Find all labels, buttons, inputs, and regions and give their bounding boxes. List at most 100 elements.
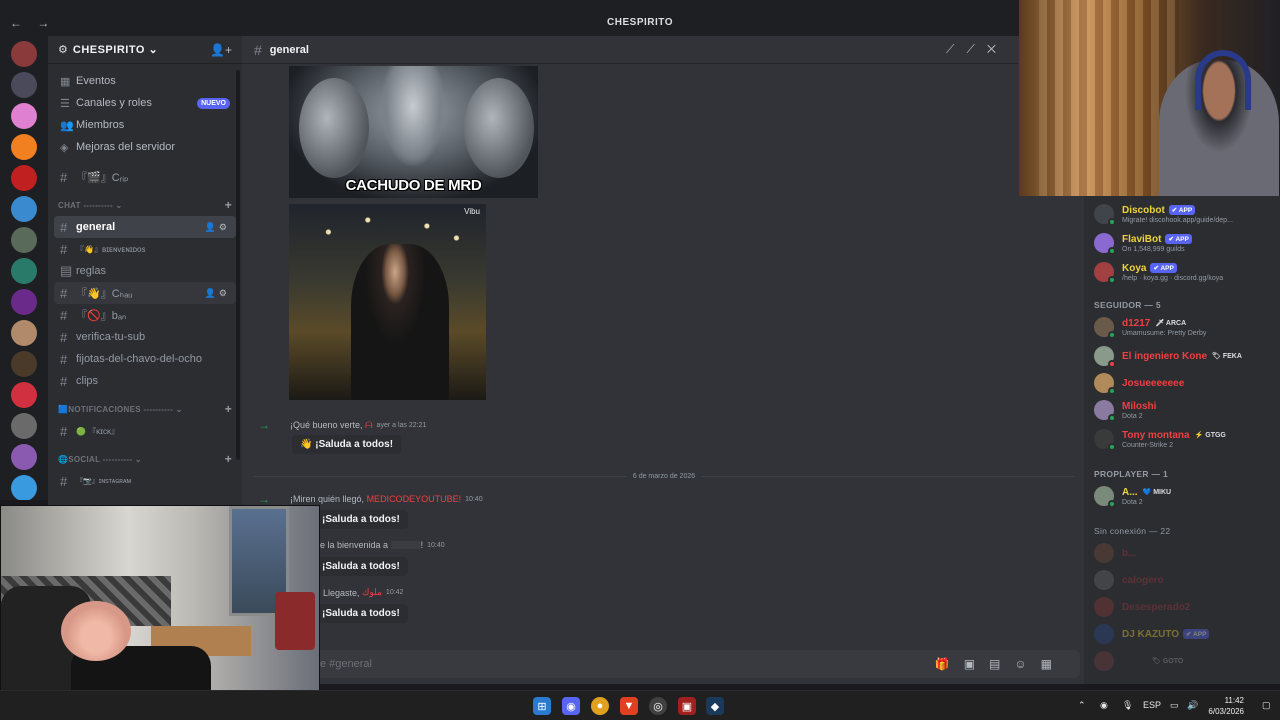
discord-icon[interactable]: ◉ [562,697,580,715]
language-indicator[interactable]: ESP [1143,700,1161,710]
server-icon[interactable] [11,165,37,191]
member-status: Counter-Strike 2 [1122,441,1173,449]
server-icon[interactable] [11,227,37,253]
server-icon[interactable] [11,444,37,470]
message-user[interactable]: ᗩ [365,420,372,431]
add-channel-icon[interactable]: + [225,198,232,212]
channel-settings-icon[interactable]: 👤⚙ [205,222,230,233]
member-item[interactable]: Discobot ✔ APP Migrate! discohook.app/gui… [1094,204,1233,226]
server-icon[interactable] [11,413,37,439]
member-name: calogero [1122,574,1164,586]
add-channel-icon[interactable]: + [225,452,232,466]
chrome-icon[interactable]: ● [591,697,609,715]
tray-mic-icon[interactable]: 🎙 [1122,700,1133,711]
composer-tools-icon[interactable]: 🎁▣▤☺▦ [935,657,1066,671]
category-chat[interactable]: CHAT ---------- ⌄ + [54,196,236,214]
message-user[interactable]: ! [421,540,424,550]
member-item[interactable]: A... 💙 MIKU Dota 2 [1094,486,1171,508]
member-item[interactable]: Koya ✔ APP /help · koya.gg · discord.gg/k… [1094,262,1223,284]
member-item[interactable]: calogero [1094,570,1164,590]
avatar [1094,429,1116,451]
server-icon[interactable] [11,475,37,500]
channel-reglas[interactable]: ▤ reglas [54,260,236,282]
category-label: 🌐SOCIAL ---------- ⌄ [58,454,142,464]
channel-clips[interactable]: # clips [54,370,236,392]
clock[interactable]: 11:42 6/03/2026 [1208,695,1244,717]
channel-label: general [76,221,116,233]
server-icon[interactable] [11,289,37,315]
server-icon[interactable] [11,258,37,284]
photo-image[interactable]: Vibu [289,204,486,400]
message-user[interactable]: ملوك [362,587,382,598]
notification-icon[interactable]: ▢ [1262,700,1271,711]
wave-button[interactable]: ¡Saluda a todos! [314,557,408,576]
nav-mejoras[interactable]: ◈ Mejoras del servidor [54,136,236,158]
start-icon[interactable]: ⊞ [533,697,551,715]
server-icon[interactable] [11,72,37,98]
nav-eventos[interactable]: ▦ Eventos [54,70,236,92]
app-tag: ✔ APP [1165,234,1192,244]
add-member-icon[interactable]: 👤+ [210,43,232,57]
message-user[interactable]: MEDICODEYOUTUBE! [367,494,462,504]
member-name: Tony montana [1122,429,1190,441]
member-item[interactable]: Josueeeeeee [1094,373,1184,395]
channel-settings-icon[interactable]: 👤⚙ [205,288,230,299]
webcam-overlay-bottom-left [0,505,320,695]
channel-clips-top[interactable]: # 『🎬』Cᵣᵢₚ [54,166,236,188]
wave-button[interactable]: ¡Saluda a todos! [314,510,408,529]
avatar [1094,486,1116,508]
date-divider-label: 6 de marzo de 2026 [626,473,702,480]
server-icon[interactable] [11,103,37,129]
steam-icon[interactable]: ◆ [706,697,724,715]
red-app-icon[interactable]: ▣ [678,697,696,715]
member-item[interactable]: El ingeniero Kone 🏷 FEKA [1094,346,1242,368]
member-item[interactable]: d1217 🗡 ARCA Umamusume: Pretty Derby [1094,317,1206,339]
category-notificaciones[interactable]: 🟦NOTIFICACIONES ---------- ⌄ + [54,400,236,418]
sidebar-scrollbar[interactable] [236,70,240,460]
tray-chevron-icon[interactable]: ⌃ [1078,700,1086,711]
category-social[interactable]: 🌐SOCIAL ---------- ⌄ + [54,450,236,468]
member-item[interactable]: Desesperado2 [1094,597,1190,617]
member-name: A... [1122,486,1138,498]
channel-fijotas[interactable]: # fijotas-del-chavo-del-ocho [54,348,236,370]
channel-chau[interactable]: # 『👋』Cₕₐᵤ 👤⚙ [54,282,236,304]
server-icon[interactable] [11,351,37,377]
channel-verifica[interactable]: # verifica-tu-sub [54,326,236,348]
nav-canales-roles[interactable]: ☰ Canales y roles NUEVO [54,92,236,114]
brave-icon[interactable]: ▼ [620,697,638,715]
server-icon[interactable] [11,382,37,408]
server-icon[interactable] [11,196,37,222]
volume-icon[interactable]: 🔊 [1187,700,1198,711]
channel-label: 『🚫』bₐₙ [76,310,127,322]
message-input[interactable]: e #general [320,658,935,670]
network-icon[interactable]: ▭ [1170,700,1179,711]
channel-bienvenidos[interactable]: # 『👋』ʙɪᴇɴᴠᴇɴɪᴅᴏs [54,238,236,260]
header-tools-icon[interactable]: ⟋⟋✕ [946,42,1008,57]
member-item[interactable]: Tony montana ⚡ GTGG Counter-Strike 2 [1094,429,1226,451]
tray-discord-icon[interactable]: ◉ [1100,700,1108,711]
meme-image[interactable]: CACHUDO DE MRD [289,66,538,198]
add-channel-icon[interactable]: + [225,402,232,416]
message-composer[interactable]: e #general 🎁▣▤☺▦ [254,650,1080,678]
category-label: 🟦NOTIFICACIONES ---------- ⌄ [58,404,183,414]
channel-instagram[interactable]: # 『📷』ɪɴsᴛᴀɢʀᴀᴍ [54,470,236,492]
channel-ban[interactable]: # 『🚫』bₐₙ [54,304,236,326]
member-item[interactable]: Miloshi Dota 2 [1094,400,1156,422]
server-header[interactable]: ⚙ CHESPIRITO ⌄ 👤+ [48,36,242,64]
server-icon[interactable] [11,41,37,67]
channel-general[interactable]: # general 👤⚙ [54,216,236,238]
member-item[interactable]: DJ KAZUTO ✔ APP [1094,624,1210,644]
nav-miembros[interactable]: 👥 Miembros [54,114,236,136]
member-item[interactable]: FlaviBot ✔ APP On 1,548,999 guilds [1094,233,1192,255]
server-icon[interactable] [11,320,37,346]
channel-kick[interactable]: # 🟢 『ᴋɪᴄᴋ』 [54,420,236,442]
wave-button[interactable]: 👋 ¡Saluda a todos! [292,435,402,454]
server-icon[interactable] [11,134,37,160]
member-item[interactable]: b... [1094,543,1136,563]
member-item[interactable]: 🏷 GOTO [1094,651,1183,671]
wave-button[interactable]: ¡Saluda a todos! [314,604,408,623]
app-icon[interactable]: ◎ [649,697,667,715]
message-text: ¡Qué bueno verte, [290,420,363,430]
member-status: Dota 2 [1122,412,1143,420]
group-header: PROPLAYER — 1 [1094,469,1168,479]
